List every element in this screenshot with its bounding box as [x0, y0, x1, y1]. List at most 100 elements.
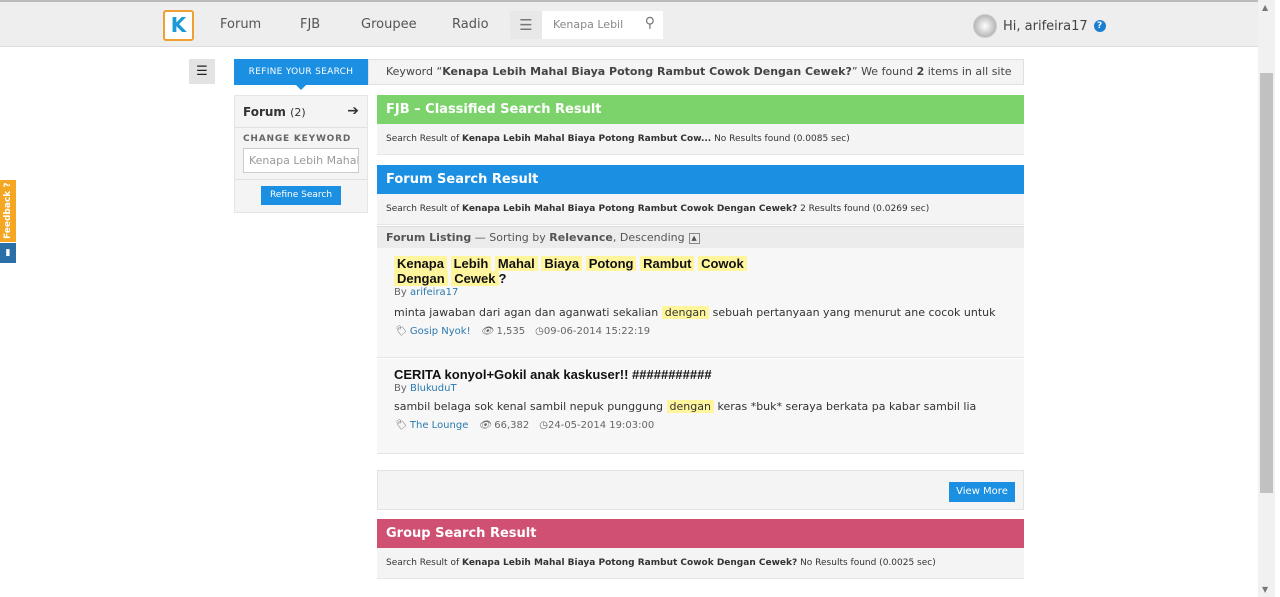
listing-mid: — Sorting by [471, 231, 550, 244]
thread-author: By BlukuduT [394, 383, 1007, 394]
title-word: Mahal [494, 256, 538, 271]
avatar[interactable] [973, 14, 997, 38]
title-word: Rambut [640, 256, 695, 271]
sidebar-toggle-button[interactable]: ☰ [189, 59, 215, 84]
collapse-icon[interactable]: ▲ [688, 232, 700, 244]
author-link[interactable]: arifeira17 [410, 287, 458, 298]
kaskus-logo[interactable]: K [163, 10, 194, 41]
group-section-header: Group Search Result [377, 519, 1024, 548]
fjb-result-line: Search Result of Kenapa Lebih Mahal Biay… [377, 124, 1024, 155]
snip-pre: sambil belaga sok kenal sambil nepuk pun… [394, 400, 667, 413]
listing-sort: Relevance [549, 231, 613, 244]
arrow-right-icon: ➔ [347, 103, 359, 119]
forum-keyword: Kenapa Lebih Mahal Biaya Potong Rambut C… [462, 204, 798, 214]
post-date: 24-05-2014 19:03:00 [547, 420, 655, 431]
thread-snippet: sambil belaga sok kenal sambil nepuk pun… [394, 400, 1007, 413]
view-more-area: View More [377, 470, 1024, 510]
thread-title[interactable]: Kenapa Lebih Mahal Biaya Potong Rambut C… [394, 256, 1007, 286]
thread-author: By arifeira17 [394, 287, 1007, 298]
kw-mid: ” We found [851, 65, 917, 78]
forum-prefix: Search Result of [386, 204, 462, 214]
search-input[interactable]: Kenapa Lebil [553, 18, 623, 31]
tag-icon: 🏷 [394, 420, 407, 431]
thread-snippet: minta jawaban dari agan dan aganwati sek… [394, 306, 1007, 319]
top-navbar: K Forum FJB Groupee Radio ☰ Kenapa Lebil… [0, 0, 1258, 47]
nav-forum[interactable]: Forum [220, 17, 261, 32]
views-count: 66,382 [494, 420, 530, 431]
snip-post: keras *buk* seraya berkata pa kabar samb… [713, 400, 977, 413]
by-label: By [394, 383, 410, 394]
list-item: CERITA konyol+Gokil anak kaskuser!! ####… [377, 359, 1024, 454]
eye-icon: 👁 [478, 420, 492, 431]
fjb-result: No Results found (0.0085 sec) [711, 134, 850, 144]
thread-title[interactable]: CERITA konyol+Gokil anak kaskuser!! ####… [394, 367, 1007, 382]
kw-pre: Keyword “ [386, 65, 443, 78]
list-item: Kenapa Lebih Mahal Biaya Potong Rambut C… [377, 248, 1024, 358]
post-date: 09-06-2014 15:22:19 [543, 326, 651, 337]
forum-listing-bar: Forum Listing — Sorting by Relevance, De… [377, 226, 1024, 248]
category-link[interactable]: The Lounge [410, 420, 468, 431]
views-count: 1,535 [496, 326, 526, 337]
title-word: Dengan [394, 271, 448, 286]
search-icon[interactable]: ⚲ [645, 15, 655, 31]
kw-post: items in all site [924, 65, 1012, 78]
feedback-icon[interactable]: ▮ [0, 243, 16, 263]
refine-search-tab[interactable]: REFINE YOUR SEARCH [234, 59, 368, 90]
title-word: Potong [585, 256, 637, 271]
eye-icon: 👁 [480, 326, 494, 337]
scrollbar[interactable]: ▲ ▼ [1258, 0, 1275, 597]
title-word: Kenapa [394, 256, 447, 271]
refine-search-button[interactable]: Refine Search [261, 186, 341, 205]
category-link[interactable]: Gosip Nyok! [410, 326, 471, 337]
fjb-section-header: FJB – Classified Search Result [377, 95, 1024, 124]
group-result-line: Search Result of Kenapa Lebih Mahal Biay… [377, 548, 1024, 579]
snip-pre: minta jawaban dari agan dan aganwati sek… [394, 306, 662, 319]
forum-result-line: Search Result of Kenapa Lebih Mahal Biay… [377, 194, 1024, 225]
title-word: Biaya [541, 256, 583, 271]
filter-forum[interactable]: Forum (2) ➔ [235, 96, 367, 128]
keyword-input[interactable]: Kenapa Lebih Mahal [243, 148, 359, 173]
menu-icon[interactable]: ☰ [510, 11, 542, 39]
group-prefix: Search Result of [386, 558, 462, 568]
user-greeting[interactable]: Hi, arifeira17 [1003, 19, 1088, 34]
clock-icon: ◷ [535, 326, 544, 337]
nav-fjb[interactable]: FJB [300, 17, 320, 32]
kw-keyword: Kenapa Lebih Mahal Biaya Potong Rambut C… [442, 65, 852, 78]
group-result: No Results found (0.0025 sec) [797, 558, 936, 568]
clock-icon: ◷ [539, 420, 548, 431]
group-keyword: Kenapa Lebih Mahal Biaya Potong Rambut C… [462, 558, 798, 568]
forum-section-header: Forum Search Result [377, 165, 1024, 194]
thread-meta: 🏷 Gosip Nyok! 👁 1,535 ◷09-06-2014 15:22:19 [394, 326, 1007, 337]
listing-order: , Descending [612, 231, 685, 244]
fjb-keyword: Kenapa Lebih Mahal Biaya Potong Rambut C… [462, 134, 712, 144]
scrollbar-thumb[interactable] [1260, 73, 1273, 493]
feedback-tab[interactable]: Feedback ? [0, 180, 16, 242]
refine-panel: Forum (2) ➔ CHANGE KEYWORD Kenapa Lebih M… [234, 95, 368, 213]
title-word: Cewek [451, 271, 499, 286]
nav-groupee[interactable]: Groupee [361, 17, 417, 32]
scroll-up-icon[interactable]: ▲ [1262, 3, 1268, 12]
user-menu[interactable]: Hi, arifeira17 ? [973, 14, 1106, 38]
fjb-prefix: Search Result of [386, 134, 462, 144]
thread-meta: 🏷 The Lounge 👁 66,382 ◷24-05-2014 19:03:00 [394, 420, 1007, 431]
nav-radio[interactable]: Radio [452, 17, 489, 32]
change-keyword-label: CHANGE KEYWORD [243, 134, 352, 144]
author-link[interactable]: BlukuduT [410, 383, 457, 394]
forum-result: 2 Results found (0.0269 sec) [797, 204, 930, 214]
filter-forum-label: Forum [243, 105, 286, 119]
help-icon[interactable]: ? [1093, 20, 1106, 32]
title-word: Cowok [698, 256, 747, 271]
filter-forum-count: (2) [290, 106, 306, 119]
search-bar: ☰ Kenapa Lebil ⚲ [510, 11, 663, 39]
view-more-button[interactable]: View More [949, 482, 1015, 502]
title-end: ? [498, 271, 507, 286]
keyword-summary: Keyword “Kenapa Lebih Mahal Biaya Potong… [368, 59, 1024, 85]
snip-highlight: dengan [666, 400, 714, 413]
by-label: By [394, 287, 410, 298]
title-word: Lebih [450, 256, 492, 271]
tag-icon: 🏷 [394, 326, 407, 337]
snip-highlight: dengan [661, 306, 710, 319]
scroll-down-icon[interactable]: ▼ [1262, 585, 1268, 594]
listing-label: Forum Listing [386, 231, 472, 244]
snip-post: sebuah pertanyaan yang menurut ane cocok… [709, 306, 996, 319]
